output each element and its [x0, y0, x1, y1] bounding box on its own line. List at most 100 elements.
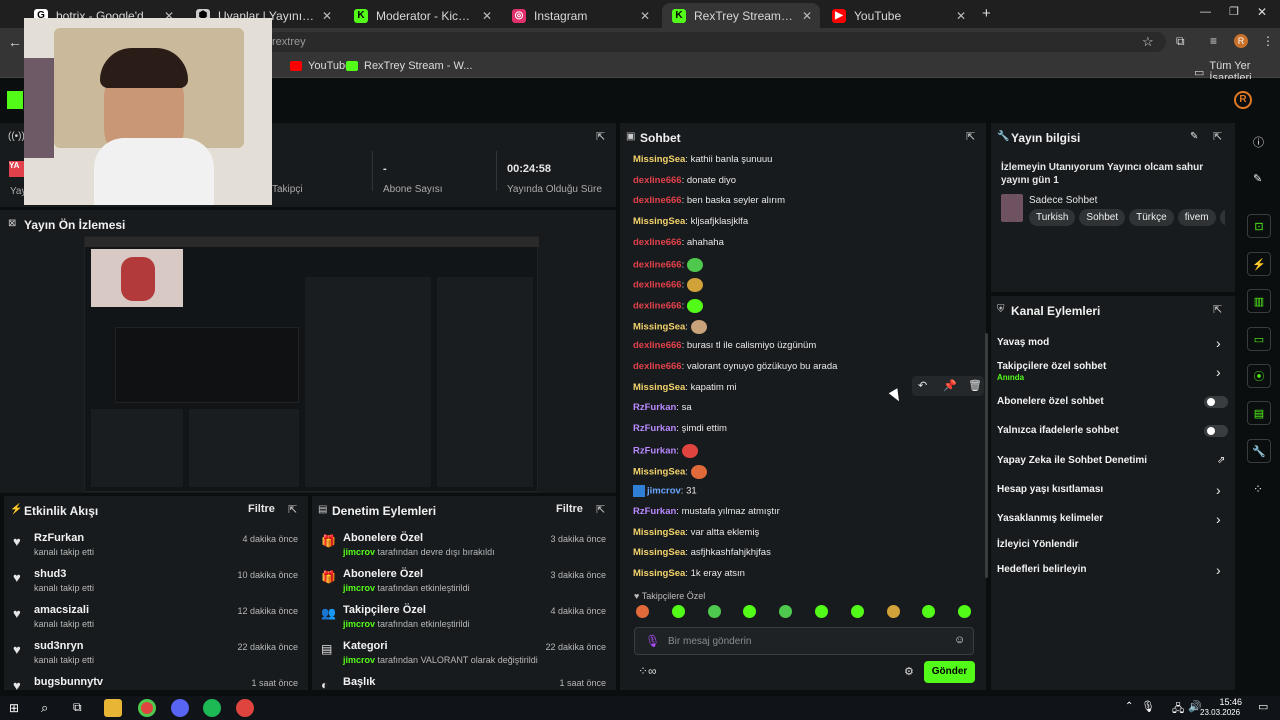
activity-row[interactable]: ♥ sud3nryn kanalı takip etti 22 dakika önce	[4, 640, 308, 674]
close-icon[interactable]: ✕	[956, 9, 966, 23]
external-link-icon[interactable]: ⇗	[1217, 455, 1225, 466]
wrench-icon[interactable]: 🔧	[1247, 439, 1271, 463]
scan-icon[interactable]: ⊡	[1247, 214, 1271, 238]
close-icon[interactable]: ✕	[482, 9, 492, 23]
tab-youtube[interactable]: ▶ YouTube ✕	[822, 3, 974, 28]
emote-icon[interactable]	[743, 605, 757, 618]
chevron-up-icon[interactable]: ⌃	[1125, 701, 1133, 712]
chat-bubble-icon[interactable]: ▭	[1247, 327, 1271, 351]
subs-only-toggle[interactable]	[1204, 396, 1228, 408]
chat-message[interactable]: MissingSea: asfjhkashfahjkhjfas	[633, 547, 771, 558]
emote-icon[interactable]	[922, 605, 936, 618]
search-icon[interactable]: ⌕	[41, 700, 48, 716]
settings-icon[interactable]: ⚙	[904, 665, 914, 678]
emote-icon[interactable]	[958, 605, 972, 618]
bolt-icon[interactable]: ⚡	[1247, 252, 1271, 276]
broadcast-icon[interactable]: ⦿	[1247, 364, 1271, 388]
chat-message[interactable]: MissingSea:	[633, 464, 707, 479]
chrome-icon[interactable]	[138, 699, 156, 717]
chat-scrollbar[interactable]	[985, 333, 988, 578]
chat-message[interactable]: dexline666:	[633, 278, 703, 293]
tag-chip[interactable]: Türkçe	[1129, 209, 1174, 226]
chat-message[interactable]: MissingSea: kapatim mi	[633, 382, 737, 393]
goals-item[interactable]: Hedefleri belirleyin	[997, 564, 1086, 575]
expand-icon[interactable]: ⇱	[596, 130, 608, 143]
chevron-right-icon[interactable]: ›	[1216, 482, 1221, 498]
emote-icon[interactable]	[886, 605, 900, 618]
spotify-icon[interactable]	[203, 699, 221, 717]
back-icon[interactable]: ←	[8, 34, 22, 50]
network-icon[interactable]: 🖧	[1172, 700, 1184, 719]
extensions-icon[interactable]: ⧉	[1176, 34, 1185, 49]
chat-message[interactable]: dexline666: ahahaha	[633, 237, 724, 248]
moderation-row[interactable]: 🎁 Abonelere Özel jimcrov tarafından devre …	[312, 532, 616, 566]
user-avatar[interactable]: R	[1234, 91, 1252, 109]
minimize-button[interactable]: —	[1200, 6, 1211, 18]
chat-message[interactable]: dexline666:	[633, 257, 703, 272]
info-icon[interactable]: ⓘ	[1253, 134, 1264, 150]
followers-only-item[interactable]: Takipçilere özel sohbet	[997, 361, 1106, 372]
banned-words-item[interactable]: Yasaklanmış kelimeler	[997, 513, 1103, 524]
infinity-icon[interactable]: ⁘∞	[638, 664, 657, 678]
microphone-icon[interactable]: 🎙	[1141, 700, 1155, 713]
layout-icon[interactable]: ▤	[1247, 401, 1271, 425]
account-age-item[interactable]: Hesap yaşı kısıtlaması	[997, 484, 1103, 495]
clipboard-icon[interactable]: ▥	[1247, 289, 1271, 313]
stream-preview-video[interactable]	[84, 236, 539, 492]
emote-icon[interactable]	[779, 605, 793, 618]
close-icon[interactable]: ✕	[322, 9, 332, 23]
close-icon[interactable]: ✕	[802, 9, 812, 23]
apps-icon[interactable]: ⁘	[1253, 482, 1263, 496]
chat-message[interactable]: RzFurkan: sa	[633, 402, 692, 413]
bookmark-youtube[interactable]: YouTube	[290, 60, 351, 72]
emote-icon[interactable]	[707, 605, 721, 618]
chat-message[interactable]: dexline666:	[633, 298, 703, 313]
chat-message[interactable]: MissingSea: kljsafjklasjklfa	[633, 216, 748, 227]
chat-message[interactable]: RzFurkan:	[633, 443, 698, 458]
chat-message[interactable]: RzFurkan: şimdi ettim	[633, 423, 727, 434]
activity-row[interactable]: ♥ RzFurkan kanalı takip etti 4 dakika önce	[4, 532, 308, 566]
expand-icon[interactable]: ⇱	[1213, 303, 1225, 316]
emote-icon[interactable]	[671, 605, 685, 618]
windows-start-icon[interactable]: ⊞	[9, 701, 19, 715]
menu-icon[interactable]: ⋮	[1262, 34, 1274, 48]
delete-icon[interactable]: 🗑	[968, 379, 982, 392]
moderation-row[interactable]: ▤ Kategori jimcrov tarafından VALORANT ola…	[312, 640, 616, 674]
chat-message[interactable]: jimcrov: 31	[633, 485, 697, 498]
maximize-button[interactable]: ❐	[1229, 5, 1239, 18]
raid-item[interactable]: İzleyici Yönlendir	[997, 539, 1079, 550]
chat-message[interactable]: MissingSea: kathii banla şunuuu	[633, 154, 772, 165]
edit-icon[interactable]: ✎	[1190, 131, 1198, 142]
emote-only-toggle[interactable]	[1204, 425, 1228, 437]
tag-chip[interactable]: g	[1219, 209, 1225, 226]
expand-icon[interactable]: ⇱	[966, 130, 978, 143]
chat-message[interactable]: dexline666: donate diyo	[633, 175, 736, 186]
notification-icon[interactable]: ▭	[1258, 700, 1268, 713]
tag-chip[interactable]: fivem	[1177, 209, 1216, 226]
ai-moderation-item[interactable]: Yapay Zeka ile Sohbet Denetimi	[997, 455, 1147, 466]
chevron-right-icon[interactable]: ›	[1216, 335, 1221, 351]
url-field[interactable]: rextrey	[266, 32, 1166, 52]
app-icon[interactable]	[236, 699, 254, 717]
moderation-row[interactable]: 👥 Takipçilere Özel jimcrov tarafından etki…	[312, 604, 616, 638]
new-tab-button[interactable]: +	[982, 5, 991, 22]
pin-icon[interactable]: 📌	[943, 379, 957, 392]
activity-filter-button[interactable]: Filtre	[248, 503, 275, 515]
tab-moderator-kick[interactable]: K Moderator - Kick Dashboard✕	[344, 3, 500, 28]
emote-icon[interactable]	[636, 605, 649, 618]
pencil-icon[interactable]: ✎	[1253, 172, 1262, 185]
chat-message[interactable]: dexline666: valorant oynuyo gözükuyo bu …	[633, 361, 837, 372]
emote-icon[interactable]	[815, 605, 828, 618]
tag-chip[interactable]: Sohbet	[1079, 209, 1126, 226]
file-explorer-icon[interactable]	[104, 699, 122, 717]
chat-message[interactable]: MissingSea: 1k eray atsın	[633, 568, 745, 579]
reply-icon[interactable]: ↶	[918, 379, 927, 392]
category-thumbnail[interactable]	[1001, 194, 1023, 222]
tab-rextrey-kick[interactable]: K RexTrey Stream - Kick Dashboard✕	[662, 3, 820, 28]
expand-icon[interactable]: ⇱	[1213, 130, 1225, 143]
star-icon[interactable]: ☆	[1142, 34, 1154, 50]
chevron-right-icon[interactable]: ›	[1216, 562, 1221, 578]
expand-icon[interactable]: ⇱	[596, 503, 608, 516]
discord-icon[interactable]	[171, 699, 189, 717]
chat-message[interactable]: MissingSea:	[633, 319, 707, 334]
